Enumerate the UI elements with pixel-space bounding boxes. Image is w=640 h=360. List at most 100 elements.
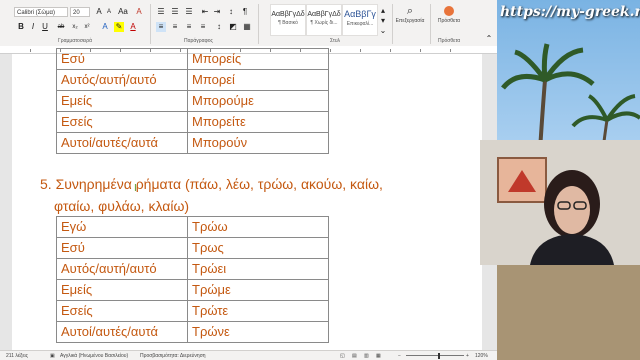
- pronoun-cell[interactable]: Εσείς: [56, 111, 188, 133]
- verb-cell[interactable]: Μπορούμε: [187, 90, 329, 112]
- superscript-icon[interactable]: x²: [82, 22, 92, 32]
- accessibility-status[interactable]: Προσβασιμότητα: Διερεύνηση: [140, 351, 206, 360]
- addins-label: Πρόσθετα: [437, 18, 461, 24]
- zoom-slider[interactable]: [406, 355, 464, 356]
- list-number: 5.: [40, 176, 52, 192]
- styles-scroll-down-icon[interactable]: ▾: [378, 16, 388, 26]
- numbering-icon[interactable]: ☰: [170, 7, 180, 17]
- line-spacing-icon[interactable]: ↕: [214, 22, 224, 32]
- pronoun-cell[interactable]: Εσύ: [56, 237, 188, 259]
- text-effects-icon[interactable]: A: [100, 22, 110, 32]
- table-row: Αυτός/αυτή/αυτό Μπορεί: [56, 69, 329, 91]
- word-count[interactable]: 211 λέξεις: [6, 351, 28, 360]
- font-name-select[interactable]: Calibri (Σώμα): [14, 7, 68, 17]
- ruler-tick: [420, 49, 421, 52]
- styles-more-icon[interactable]: ⌄: [378, 26, 388, 36]
- style-name: ¶ Χωρίς δι...: [310, 20, 338, 26]
- heading-line-2[interactable]: φταίω, φυλάω, κλαίω): [54, 195, 189, 217]
- ribbon-divider: [150, 4, 151, 44]
- borders-icon[interactable]: ▦: [242, 22, 252, 32]
- webcam-overlay: [480, 140, 640, 265]
- subscript-icon[interactable]: x₂: [70, 22, 80, 32]
- ribbon-divider: [392, 4, 393, 44]
- read-mode-icon[interactable]: ▤: [352, 351, 357, 360]
- zoom-slider-thumb[interactable]: [438, 353, 440, 359]
- verb-cell[interactable]: Τρώω: [187, 216, 329, 238]
- sort-icon[interactable]: ↕: [226, 7, 236, 17]
- style-heading[interactable]: ΑαΒβΓγ Επικεφαλί...: [342, 4, 378, 36]
- style-normal[interactable]: ΑαΒβΓγΔδ ¶ Βασικό: [270, 4, 306, 36]
- addins-icon: [444, 6, 454, 16]
- strikethrough-icon[interactable]: ab: [56, 22, 66, 32]
- verb-cell[interactable]: Τρως: [187, 237, 329, 259]
- show-marks-icon[interactable]: ¶: [240, 7, 250, 17]
- styles-scroll-up-icon[interactable]: ▴: [378, 6, 388, 16]
- zoom-level[interactable]: 120%: [475, 351, 488, 360]
- document-page[interactable]: Εσύ Μπορείς Αυτός/αυτή/αυτό Μπορεί Εμείς…: [12, 48, 482, 350]
- verb-cell[interactable]: Τρώνε: [187, 321, 329, 343]
- font-color-icon[interactable]: A: [128, 22, 138, 32]
- group-styles-label: Στυλ: [330, 38, 341, 44]
- style-name: Επικεφαλί...: [346, 21, 374, 27]
- editing-button[interactable]: ⌕ Επεξεργασία: [395, 4, 425, 34]
- pronoun-cell[interactable]: Εσείς: [56, 300, 188, 322]
- proofing-icon[interactable]: ▣: [50, 351, 55, 360]
- status-bar: 211 λέξεις ▣ Αγγλικά (Ηνωμένου Βασιλείου…: [0, 350, 497, 360]
- underline-icon[interactable]: U: [40, 22, 50, 32]
- table-row: Εσείς Μπορείτε: [56, 111, 329, 133]
- increase-indent-icon[interactable]: ⇥: [212, 7, 222, 17]
- change-case-icon[interactable]: Aa: [118, 7, 128, 17]
- verb-cell[interactable]: Μπορείς: [187, 48, 329, 70]
- zoom-in-button[interactable]: +: [466, 351, 469, 360]
- print-layout-icon[interactable]: ▥: [364, 351, 369, 360]
- multilevel-list-icon[interactable]: ☰: [184, 7, 194, 17]
- grow-font-icon[interactable]: A: [94, 7, 104, 17]
- pronoun-cell[interactable]: Εγώ: [56, 216, 188, 238]
- shrink-font-icon[interactable]: A: [104, 7, 114, 17]
- bold-icon[interactable]: B: [16, 22, 26, 32]
- justify-icon[interactable]: ≡: [198, 22, 208, 32]
- pronoun-cell[interactable]: Εσύ: [56, 48, 188, 70]
- section-heading[interactable]: 5. Συνηρημένα ρήματα (πάω, λέω, τρώω, ακ…: [40, 173, 383, 195]
- style-sample: ΑαΒβΓγΔδ: [307, 11, 341, 18]
- web-layout-icon[interactable]: ▦: [376, 351, 381, 360]
- pronoun-cell[interactable]: Αυτός/αυτή/αυτό: [56, 258, 188, 280]
- site-watermark: https://my-greek.ru: [500, 4, 640, 20]
- pronoun-cell[interactable]: Αυτοί/αυτές/αυτά: [56, 321, 188, 343]
- focus-mode-icon[interactable]: ◱: [340, 351, 345, 360]
- zoom-out-button[interactable]: −: [398, 351, 401, 360]
- group-paragraph-label: Παράγραφος: [184, 38, 213, 44]
- bullets-icon[interactable]: ☰: [156, 7, 166, 17]
- table-row: Εσύ Μπορείς: [56, 48, 329, 70]
- verb-cell[interactable]: Τρώμε: [187, 279, 329, 301]
- shading-icon[interactable]: ◩: [228, 22, 238, 32]
- align-left-icon[interactable]: ≡: [156, 22, 166, 32]
- verb-cell[interactable]: Τρώει: [187, 258, 329, 280]
- verb-cell[interactable]: Μπορεί: [187, 69, 329, 91]
- conjugation-table-2: Εγώ Τρώω Εσύ Τρως Αυτός/αυτή/αυτό Τρώει …: [56, 216, 329, 343]
- table-row: Εσύ Τρως: [56, 237, 329, 259]
- highlight-icon[interactable]: ✎: [114, 22, 124, 32]
- verb-cell[interactable]: Τρώτε: [187, 300, 329, 322]
- table-row: Αυτοί/αυτές/αυτά Μπορούν: [56, 132, 329, 154]
- pronoun-cell[interactable]: Εμείς: [56, 279, 188, 301]
- clear-format-icon[interactable]: A: [134, 7, 144, 17]
- italic-icon[interactable]: I: [28, 22, 38, 32]
- pronoun-cell[interactable]: Αυτοί/αυτές/αυτά: [56, 132, 188, 154]
- verb-cell[interactable]: Μπορούν: [187, 132, 329, 154]
- pronoun-cell[interactable]: Αυτός/αυτή/αυτό: [56, 69, 188, 91]
- addins-button[interactable]: Πρόσθετα: [436, 4, 462, 34]
- align-right-icon[interactable]: ≡: [184, 22, 194, 32]
- align-center-icon[interactable]: ≡: [170, 22, 180, 32]
- style-sample: ΑαΒβΓγΔδ: [271, 11, 305, 18]
- language-status[interactable]: Αγγλικά (Ηνωμένου Βασιλείου): [60, 351, 128, 360]
- style-no-spacing[interactable]: ΑαΒβΓγΔδ ¶ Χωρίς δι...: [306, 4, 342, 36]
- pronoun-cell[interactable]: Εμείς: [56, 90, 188, 112]
- style-sample: ΑαΒβΓγ: [344, 9, 376, 19]
- verb-cell[interactable]: Μπορείτε: [187, 111, 329, 133]
- ribbon-divider: [258, 4, 259, 44]
- decrease-indent-icon[interactable]: ⇤: [200, 7, 210, 17]
- font-size-select[interactable]: 20: [70, 7, 90, 17]
- collapse-ribbon-icon[interactable]: ⌃: [484, 34, 494, 44]
- ribbon-divider: [430, 4, 431, 44]
